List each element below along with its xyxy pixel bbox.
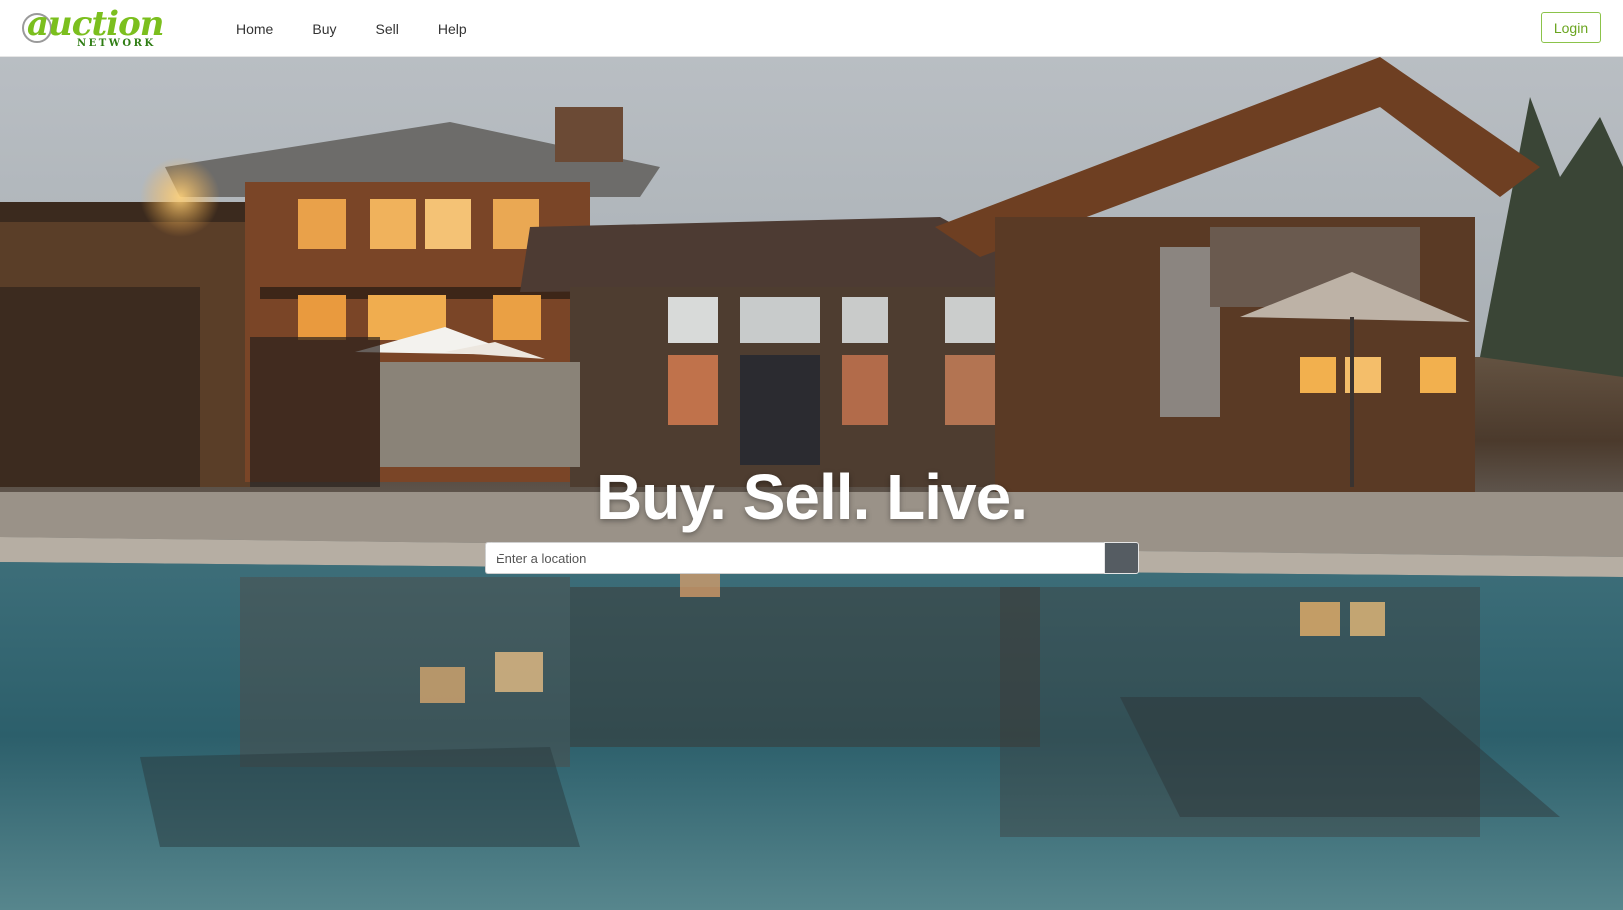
search-button[interactable] <box>485 542 1139 574</box>
logo-subtitle: NETWORK <box>77 38 156 49</box>
hero-section: Buy. Sell. Live. <box>0 57 1623 910</box>
nav-help-link[interactable]: Help <box>438 21 467 37</box>
nav-buy-link[interactable]: Buy <box>312 21 336 37</box>
search-icon <box>485 542 501 558</box>
nav-home-link[interactable]: Home <box>236 21 273 37</box>
top-navbar: auction NETWORK Home Buy Sell Help Login <box>0 0 1623 57</box>
main-nav: Home Buy Sell Help <box>236 0 506 57</box>
hero-headline: Buy. Sell. Live. <box>596 461 1028 533</box>
location-search-bar <box>485 542 1139 574</box>
nav-sell-link[interactable]: Sell <box>375 21 398 37</box>
login-button[interactable]: Login <box>1541 12 1601 43</box>
auction-network-logo[interactable]: auction NETWORK <box>21 4 164 49</box>
location-search-input[interactable] <box>485 542 1104 574</box>
